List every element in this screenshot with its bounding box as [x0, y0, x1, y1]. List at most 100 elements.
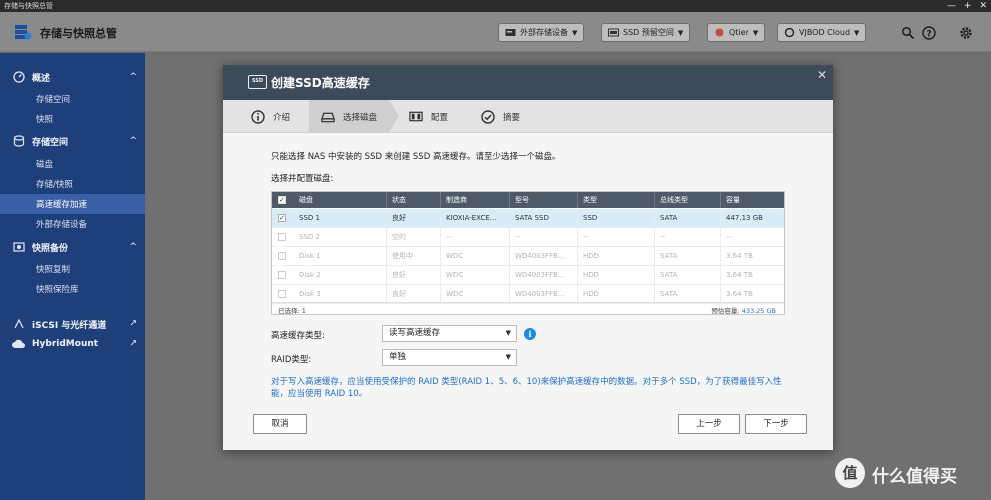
sidebar-section-iscsi[interactable]: iSCSI 与光纤通道 ↗: [0, 314, 145, 334]
sidebar-item-label: 磁盘: [36, 160, 54, 170]
select-all-checkbox[interactable]: ✓: [278, 196, 286, 204]
chevron-up-icon: ^: [129, 242, 137, 252]
sidebar-section-label: 存储空间: [32, 137, 69, 148]
column-header-vendor[interactable]: 制造商: [441, 192, 510, 208]
external-storage-icon: [505, 29, 516, 36]
svg-text:?: ?: [926, 29, 931, 39]
storage-app-icon: [15, 25, 32, 40]
sidebar-item-label: 高速缓存加速: [36, 200, 88, 210]
chevron-down-icon: ▼: [752, 28, 759, 37]
cell-type: SSD: [578, 209, 655, 228]
chevron-down-icon: ▼: [677, 28, 684, 37]
row-checkbox[interactable]: [278, 290, 286, 298]
sidebar-item-cache-acceleration[interactable]: 高速缓存加速: [0, 194, 145, 214]
step-label: 配置: [431, 112, 449, 123]
sidebar-section-snapshot-backup[interactable]: 快照备份 ^: [0, 237, 145, 257]
table-row[interactable]: Disk 2 良好 WDC WD4003FFB... HDD SATA 3.64…: [272, 266, 784, 285]
sidebar-section-label: iSCSI 与光纤通道: [32, 320, 107, 331]
sidebar-item-storage-snapshot[interactable]: 存储/快照: [0, 174, 145, 194]
info-icon[interactable]: i: [524, 328, 536, 340]
minimize-button[interactable]: —: [947, 0, 956, 12]
column-header-model[interactable]: 型号: [510, 192, 578, 208]
app-header: 存储与快照总管 外部存储设备 ▼ SSD 预留空间 ▼ Qtier ▼ VJBO…: [0, 12, 991, 52]
cell-model: WD4003FFB...: [510, 266, 578, 285]
maximize-button[interactable]: +: [964, 0, 972, 12]
ssd-icon: SSD: [248, 75, 267, 89]
qtier-button[interactable]: Qtier ▼: [707, 23, 766, 42]
snapshot-backup-icon: [12, 241, 25, 254]
sidebar-section-hybridmount[interactable]: HybridMount ↗: [0, 334, 145, 354]
row-checkbox[interactable]: [278, 252, 286, 260]
estimated-capacity: 预估容量: 433.25 GB: [711, 305, 776, 315]
sidebar-item-storage-space[interactable]: 存储空间: [0, 89, 145, 109]
sidebar-item-disks[interactable]: 磁盘: [0, 154, 145, 174]
vjbod-cloud-label: VJBOD Cloud: [799, 28, 851, 37]
sidebar-item-snapshot[interactable]: 快照: [0, 109, 145, 129]
close-window-button[interactable]: ✕: [979, 0, 987, 12]
sidebar-item-snapshot-replica[interactable]: 快照复制: [0, 259, 145, 279]
estimated-capacity-label: 预估容量:: [711, 307, 740, 315]
cell-disk: Disk 2: [294, 266, 387, 285]
selected-count: 已选择: 1: [278, 307, 306, 315]
vjbod-cloud-button[interactable]: VJBOD Cloud ▼: [777, 23, 867, 42]
external-link-icon: ↗: [129, 339, 137, 349]
column-header-capacity[interactable]: 容量: [721, 192, 784, 208]
iscsi-icon: [12, 318, 25, 331]
cache-type-label: 高速缓存类型:: [271, 331, 325, 341]
chevron-down-icon: ▼: [854, 28, 860, 37]
step-label: 介绍: [273, 112, 291, 123]
disk-icon: [321, 110, 335, 124]
sidebar-section-storage[interactable]: 存储空间 ^: [0, 131, 145, 151]
sidebar-item-label: 存储/快照: [36, 180, 73, 190]
column-header-bus[interactable]: 总线类型: [655, 192, 721, 208]
cell-capacity: 447.13 GB: [726, 214, 763, 222]
external-storage-button[interactable]: 外部存储设备 ▼: [498, 23, 585, 42]
row-checkbox[interactable]: [278, 233, 286, 241]
qtier-label: Qtier: [729, 28, 749, 37]
step-label: 选择磁盘: [343, 112, 378, 123]
watermark-text: 什么值得买: [872, 467, 957, 487]
config-icon: [409, 110, 423, 124]
next-button[interactable]: 下一步: [745, 414, 807, 434]
column-header-type[interactable]: 类型: [578, 192, 655, 208]
row-checkbox[interactable]: [278, 271, 286, 279]
cloud-icon: [784, 28, 795, 37]
step-config: 配置: [409, 100, 448, 133]
cancel-button[interactable]: 取消: [253, 414, 307, 434]
table-row[interactable]: SSD 2 空的 -- -- -- -- --: [272, 228, 784, 247]
dialog-title: 创建SSD高速缓存: [271, 76, 370, 90]
external-storage-label: 外部存储设备: [520, 28, 568, 37]
window-title: 存储与快照总管: [4, 2, 53, 10]
previous-button[interactable]: 上一步: [678, 414, 740, 434]
step-arrow: [389, 100, 399, 132]
cell-status: 使用中: [387, 247, 441, 266]
cell-type: HDD: [578, 247, 655, 266]
help-icon[interactable]: ?: [921, 25, 937, 41]
cell-disk: SSD 2: [294, 228, 387, 247]
cache-type-select[interactable]: 读写高速缓存 ▼: [382, 325, 517, 342]
gear-icon[interactable]: [958, 25, 974, 41]
cell-status: 空的: [387, 228, 441, 247]
dashboard-icon: [12, 71, 25, 84]
sidebar-item-snapshot-vault[interactable]: 快照保险库: [0, 279, 145, 299]
ssd-overprovision-label: SSD 预留空间: [623, 28, 674, 37]
cell-disk: Disk 1: [294, 247, 387, 266]
chevron-down-icon: ▼: [572, 28, 578, 37]
sidebar: 概述 ^ 存储空间 快照 存储空间 ^ 磁盘 存储/快照 高速缓存加速 外部存储…: [0, 53, 145, 500]
sidebar-section-overview[interactable]: 概述 ^: [0, 67, 145, 87]
raid-type-label: RAID类型:: [271, 355, 312, 365]
cell-vendor: --: [441, 228, 510, 247]
check-circle-icon: [481, 109, 495, 124]
external-link-icon: ↗: [129, 319, 137, 329]
row-checkbox[interactable]: ✓: [278, 214, 286, 222]
search-tools-icon[interactable]: [900, 25, 916, 41]
raid-type-select[interactable]: 单独 ▼: [382, 349, 517, 366]
close-icon[interactable]: ✕: [817, 68, 827, 82]
ssd-overprovision-button[interactable]: SSD 预留空间 ▼: [601, 23, 691, 42]
sidebar-item-external-storage[interactable]: 外部存储设备: [0, 214, 145, 234]
table-row[interactable]: ✓ SSD 1 良好 KIOXIA-EXCE... SATA SSD SSD S…: [272, 209, 784, 228]
column-header-disk[interactable]: 磁盘: [294, 192, 387, 208]
raid-type-value: 单独: [389, 352, 407, 362]
table-row[interactable]: Disk 1 使用中 WDC WD4003FFB... HDD SATA 3.6…: [272, 247, 784, 266]
column-header-status[interactable]: 状态: [387, 192, 441, 208]
